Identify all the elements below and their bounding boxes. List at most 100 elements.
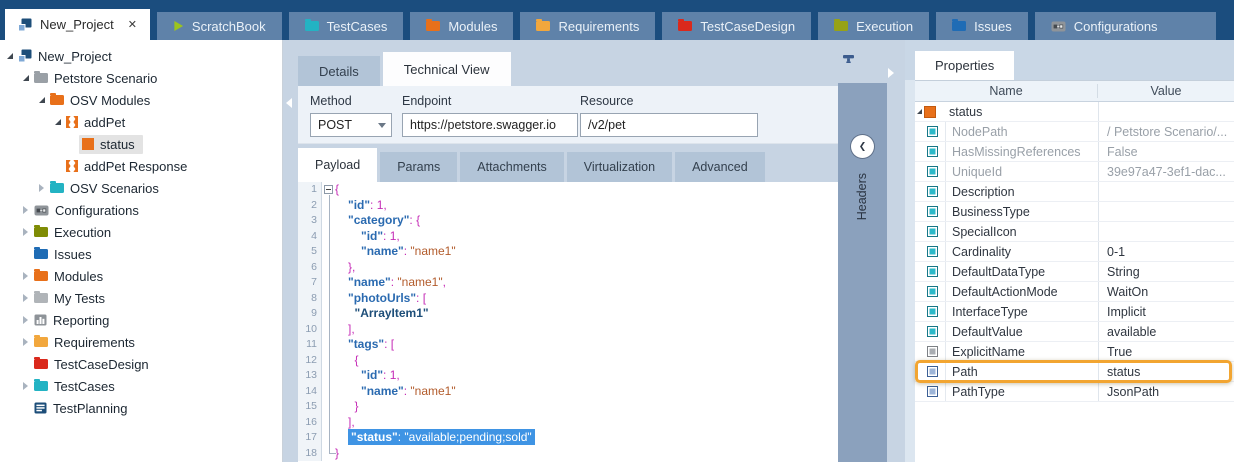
property-value-cell[interactable]: Implicit (1098, 302, 1234, 321)
expand-headers-button[interactable]: ❮ (851, 135, 874, 158)
code-line-6[interactable]: 6}, (298, 260, 838, 276)
tree-item-reporting[interactable]: Reporting (0, 309, 282, 331)
tree-collapsed-icon[interactable] (20, 316, 31, 324)
property-row-pathtype[interactable]: PathTypeJsonPath (915, 382, 1234, 402)
property-row-cardinality[interactable]: Cardinality0-1 (915, 242, 1234, 262)
tree-item-new-project[interactable]: New_Project (0, 45, 282, 67)
tree-item-configurations[interactable]: Configurations (0, 199, 282, 221)
property-value-cell[interactable]: JsonPath (1098, 382, 1234, 401)
property-row-businesstype[interactable]: BusinessType (915, 202, 1234, 222)
tree-item-status[interactable]: status (0, 133, 282, 155)
tree-collapsed-icon[interactable] (20, 272, 31, 280)
code-line-14[interactable]: 14"name": "name1" (298, 384, 838, 400)
tab-advanced[interactable]: Advanced (675, 152, 765, 182)
close-icon[interactable]: ✕ (128, 18, 137, 31)
tab-issues[interactable]: Issues (936, 12, 1028, 40)
code-line-17[interactable]: 17"status": "available;pending;sold" (298, 430, 838, 446)
code-line-13[interactable]: 13"id": 1, (298, 368, 838, 384)
property-value-cell[interactable] (1098, 182, 1234, 201)
code-line-18[interactable]: 18} (298, 446, 838, 462)
code-line-12[interactable]: 12{ (298, 353, 838, 369)
code-line-3[interactable]: 3"category": { (298, 213, 838, 229)
property-row-specialicon[interactable]: SpecialIcon (915, 222, 1234, 242)
tree-collapsed-icon[interactable] (20, 338, 31, 346)
property-row-nodepath[interactable]: NodePath/ Petstore Scenario/... (915, 122, 1234, 142)
property-value-cell[interactable]: available (1098, 322, 1234, 341)
tree-expanded-icon[interactable] (52, 119, 63, 125)
property-row-explicitname[interactable]: ExplicitNameTrue (915, 342, 1234, 362)
code-line-1[interactable]: 1{ (298, 182, 838, 198)
property-value-cell[interactable]: 39e97a47-3ef1-dac... (1098, 162, 1234, 181)
property-row-description[interactable]: Description (915, 182, 1234, 202)
code-line-15[interactable]: 15} (298, 399, 838, 415)
tree-item-execution[interactable]: Execution (0, 221, 282, 243)
payload-editor[interactable]: 1{2"id": 1,3"category": {4"id": 1,5"name… (298, 182, 838, 462)
property-value-cell[interactable]: False (1098, 142, 1234, 161)
property-value-cell[interactable] (1098, 102, 1234, 121)
panel-collapse-left-icon[interactable] (286, 98, 292, 108)
code-line-8[interactable]: 8"photoUrls": [ (298, 291, 838, 307)
property-row-interfacetype[interactable]: InterfaceTypeImplicit (915, 302, 1234, 322)
panel-expand-right-icon[interactable] (888, 68, 894, 78)
code-line-11[interactable]: 11"tags": [ (298, 337, 838, 353)
property-row-defaultdatatype[interactable]: DefaultDataTypeString (915, 262, 1234, 282)
property-row-path[interactable]: Pathstatus (915, 362, 1234, 382)
tab-testcasedesign[interactable]: TestCaseDesign (662, 12, 811, 40)
property-row-defaultvalue[interactable]: DefaultValueavailable (915, 322, 1234, 342)
property-value-cell[interactable]: / Petstore Scenario/... (1098, 122, 1234, 141)
tree-item-modules[interactable]: Modules (0, 265, 282, 287)
tab-properties[interactable]: Properties (915, 51, 1014, 80)
method-select[interactable]: POST (310, 113, 392, 137)
tree-expanded-icon[interactable] (36, 97, 47, 103)
tree-item-addpet-response[interactable]: addPet Response (0, 155, 282, 177)
tab-execution[interactable]: Execution (818, 12, 929, 40)
tab-modules[interactable]: Modules (410, 12, 513, 40)
property-value-cell[interactable] (1098, 202, 1234, 221)
tab-requirements[interactable]: Requirements (520, 12, 655, 40)
code-line-4[interactable]: 4"id": 1, (298, 229, 838, 245)
tree-item-petstore-scenario[interactable]: Petstore Scenario (0, 67, 282, 89)
property-row-hasmissingreferences[interactable]: HasMissingReferencesFalse (915, 142, 1234, 162)
tree-collapsed-icon[interactable] (20, 382, 31, 390)
property-row-defaultactionmode[interactable]: DefaultActionModeWaitOn (915, 282, 1234, 302)
code-line-5[interactable]: 5"name": "name1" (298, 244, 838, 260)
property-value-cell[interactable]: WaitOn (1098, 282, 1234, 301)
tab-virtualization[interactable]: Virtualization (567, 152, 672, 182)
tab-attachments[interactable]: Attachments (460, 152, 563, 182)
fold-toggle-icon[interactable] (324, 185, 333, 194)
tab-technical-view[interactable]: Technical View (383, 52, 511, 86)
tree-item-testcasedesign[interactable]: TestCaseDesign (0, 353, 282, 375)
endpoint-input[interactable] (402, 113, 578, 137)
tree-item-my-tests[interactable]: My Tests (0, 287, 282, 309)
tree-item-requirements[interactable]: Requirements (0, 331, 282, 353)
resource-input[interactable] (580, 113, 758, 137)
tree-collapsed-icon[interactable] (20, 294, 31, 302)
pin-icon[interactable] (841, 53, 856, 71)
code-line-2[interactable]: 2"id": 1, (298, 198, 838, 214)
code-line-16[interactable]: 16], (298, 415, 838, 431)
tree-expanded-icon[interactable] (4, 53, 15, 59)
tab-params[interactable]: Params (380, 152, 457, 182)
tree-expanded-icon[interactable] (917, 109, 922, 114)
tab-scratchbook[interactable]: ScratchBook (157, 12, 282, 40)
code-line-7[interactable]: 7"name": "name1", (298, 275, 838, 291)
tab-testcases[interactable]: TestCases (289, 12, 404, 40)
property-value-cell[interactable]: 0-1 (1098, 242, 1234, 261)
tree-item-testplanning[interactable]: TestPlanning (0, 397, 282, 419)
tree-collapsed-icon[interactable] (20, 228, 31, 236)
tab-new-project[interactable]: New_Project✕ (5, 9, 150, 40)
tree-item-issues[interactable]: Issues (0, 243, 282, 265)
tree-item-osv-modules[interactable]: OSV Modules (0, 89, 282, 111)
tree-expanded-icon[interactable] (20, 75, 31, 81)
property-value-cell[interactable]: status (1098, 362, 1234, 381)
property-row-status[interactable]: status (915, 102, 1234, 122)
code-line-10[interactable]: 10], (298, 322, 838, 338)
tree-item-addpet[interactable]: addPet (0, 111, 282, 133)
tab-configurations[interactable]: Configurations (1035, 12, 1216, 40)
property-row-uniqueid[interactable]: UniqueId39e97a47-3ef1-dac... (915, 162, 1234, 182)
property-value-cell[interactable] (1098, 222, 1234, 241)
tab-payload[interactable]: Payload (298, 148, 377, 182)
tab-details[interactable]: Details (298, 56, 380, 86)
tree-collapsed-icon[interactable] (20, 206, 31, 214)
code-line-9[interactable]: 9"ArrayItem1" (298, 306, 838, 322)
